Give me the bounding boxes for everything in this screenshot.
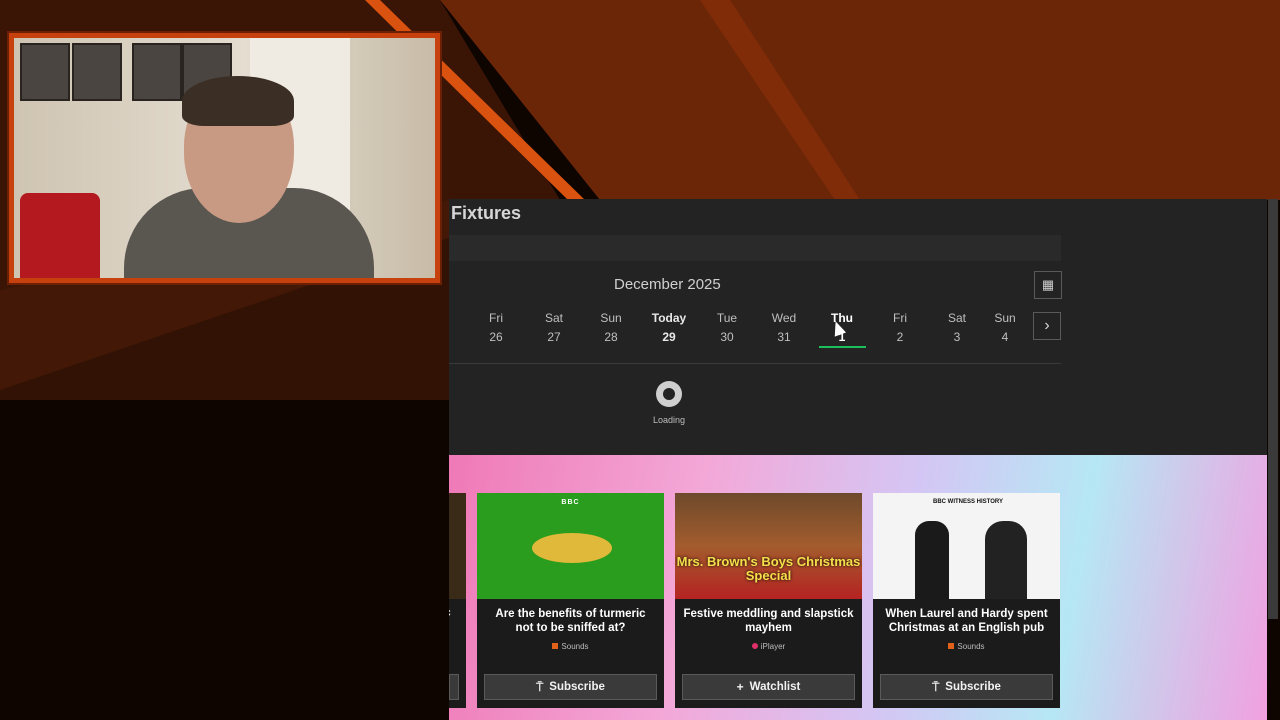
scrollbar[interactable] <box>1268 199 1278 619</box>
figure-laurel <box>915 521 949 599</box>
source-label: Sounds <box>957 642 985 651</box>
webcam-overlay <box>9 33 440 283</box>
promo-card-source: Sounds <box>477 642 664 651</box>
spoon-image <box>532 533 612 563</box>
day-number: 28 <box>604 330 618 344</box>
day-name: Wed <box>771 311 797 325</box>
day-number: 4 <box>1001 330 1009 344</box>
fixtures-filter-bar <box>449 235 1061 261</box>
source-label: iPlayer <box>760 642 786 651</box>
calendar-button[interactable]: ▦ <box>1034 271 1062 299</box>
sounds-icon <box>948 643 955 649</box>
chevron-right-icon: › <box>1044 317 1050 334</box>
date-item[interactable]: Fri 26 <box>469 309 523 347</box>
date-item[interactable]: Tue 30 <box>700 309 754 347</box>
day-name: Sat <box>544 311 563 325</box>
calendar-icon: ▦ <box>1041 277 1055 292</box>
selected-date-indicator <box>819 346 866 348</box>
promo-carousel: ic BBC Are the benefits of turmeric not … <box>449 455 1267 720</box>
day-name: Fri <box>489 311 503 325</box>
subscribe-icon: ⍑ <box>932 679 940 694</box>
promo-card-image: BBC <box>477 493 664 599</box>
picture-frame <box>132 43 182 101</box>
date-item[interactable]: Sun 28 <box>584 309 638 347</box>
date-picker: Fri 26 Sat 27 Sun 28 Today 29 Tue 30 Wed… <box>469 309 1049 349</box>
sounds-icon <box>552 643 559 649</box>
date-item[interactable]: Fri 2 <box>873 309 927 347</box>
promo-card[interactable]: BBC Are the benefits of turmeric not to … <box>477 493 664 708</box>
day-name: Tue <box>716 311 738 325</box>
day-name: Sun <box>994 311 1016 325</box>
button-label: Subscribe <box>945 681 1001 693</box>
promo-card-title: Are the benefits of turmeric not to be s… <box>495 608 646 634</box>
day-name: Sun <box>600 311 622 325</box>
day-number: 3 <box>953 330 961 344</box>
iplayer-icon <box>751 643 758 649</box>
date-item-today[interactable]: Today 29 <box>642 309 696 347</box>
day-number: 2 <box>896 330 904 344</box>
promo-card-image <box>449 493 466 599</box>
loading-text: Loading <box>652 415 686 425</box>
day-name: Sat <box>947 311 966 325</box>
promo-card-partial[interactable]: ic <box>449 493 466 708</box>
fixtures-panel: Fixtures December 2025 ▦ Fri 26 Sat 27 S… <box>449 199 1267 455</box>
day-name: Fri <box>893 311 907 325</box>
picture-frame <box>72 43 122 101</box>
webcam-shirt <box>20 193 100 278</box>
date-item[interactable]: Wed 31 <box>757 309 811 347</box>
picture-frame <box>20 43 70 101</box>
date-item[interactable]: Sat 27 <box>527 309 581 347</box>
promo-card-badge: BBC <box>561 499 580 506</box>
promo-card-title: When Laurel and Hardy spent Christmas at… <box>885 608 1048 634</box>
promo-card-image: BBC WITNESS HISTORY <box>873 493 1060 599</box>
promo-card-image: Mrs. Brown's Boys Christmas Special <box>675 493 862 599</box>
promo-card-badge: BBC WITNESS HISTORY <box>932 499 1003 505</box>
plus-icon: + <box>736 680 744 694</box>
button-label: Watchlist <box>749 681 801 693</box>
loading-icon <box>656 381 682 407</box>
watchlist-button[interactable]: + Watchlist <box>682 674 855 700</box>
page-title: Fixtures <box>451 203 522 223</box>
figure-hardy <box>985 521 1027 599</box>
promo-card[interactable]: BBC WITNESS HISTORY When Laurel and Hard… <box>873 493 1060 708</box>
promo-card-button[interactable] <box>449 674 459 700</box>
promo-card-badge: Mrs. Brown's Boys Christmas Special <box>676 554 861 583</box>
promo-card-source: iPlayer <box>675 642 862 651</box>
day-number: 30 <box>720 330 734 344</box>
next-dates-button[interactable]: › <box>1033 312 1061 340</box>
webcam-person-hair <box>182 76 294 126</box>
subscribe-button[interactable]: ⍑ Subscribe <box>880 674 1053 700</box>
date-item[interactable]: Sat 3 <box>930 309 984 347</box>
day-name: Today <box>651 311 687 325</box>
source-label: Sounds <box>561 642 589 651</box>
promo-card-source: Sounds <box>873 642 1060 651</box>
subscribe-icon: ⍑ <box>536 679 544 694</box>
month-label: December 2025 <box>614 276 721 293</box>
day-number: 29 <box>662 330 676 344</box>
promo-card-title: ic <box>449 607 451 619</box>
date-item[interactable]: Sun 4 <box>988 309 1022 347</box>
divider <box>449 363 1061 364</box>
day-number: 27 <box>547 330 561 344</box>
day-number: 26 <box>489 330 503 344</box>
button-label: Subscribe <box>549 681 605 693</box>
promo-card-title: Festive meddling and slapstick mayhem <box>683 608 854 634</box>
promo-card[interactable]: Mrs. Brown's Boys Christmas Special Fest… <box>675 493 862 708</box>
day-number: 31 <box>777 330 791 344</box>
subscribe-button[interactable]: ⍑ Subscribe <box>484 674 657 700</box>
